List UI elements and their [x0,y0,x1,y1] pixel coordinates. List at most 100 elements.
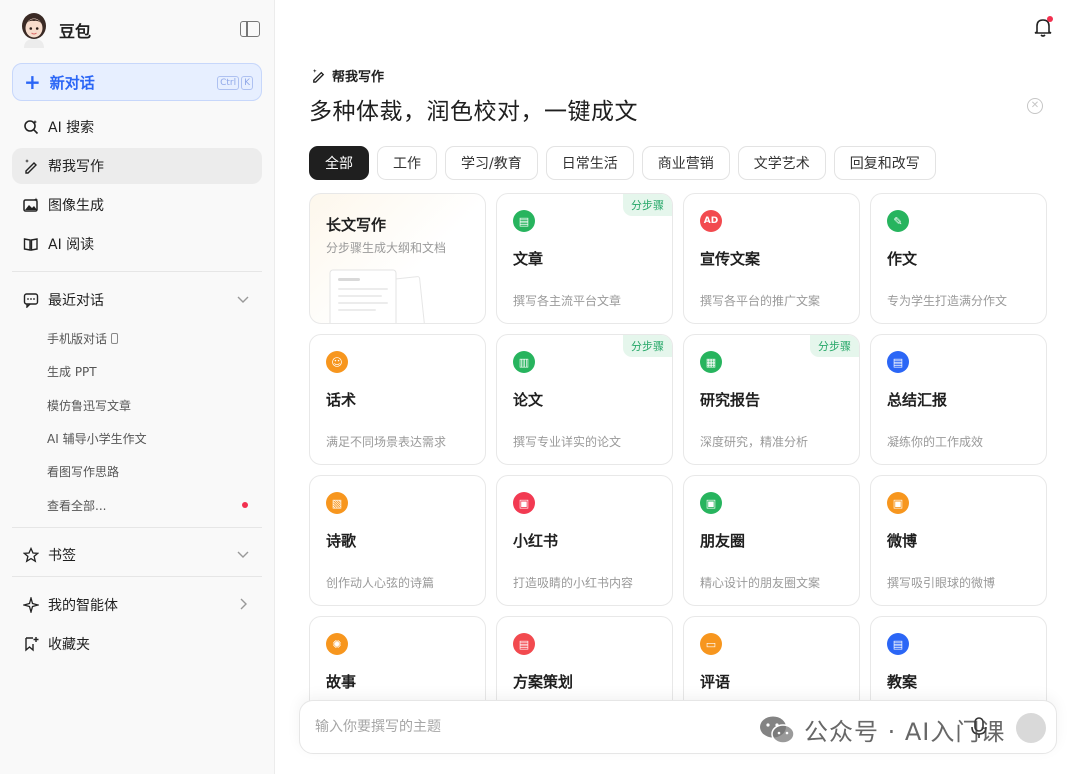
icon-glyph: AD [703,215,719,226]
card-desc: 打造吸睛的小红书内容 [513,576,634,590]
weibo-icon: ▣ [887,492,909,514]
card-desc: 专为学生打造满分作文 [887,294,1008,308]
shortcut-key: K [241,76,253,90]
recent-chat-item[interactable]: 手机版对话 [47,330,119,347]
notification-dot [1047,16,1053,22]
card-title: 微博 [887,532,918,550]
icon-glyph: ☺ [331,355,343,369]
icon-glyph: ✺ [332,637,342,651]
card-title: 小红书 [513,532,559,550]
card-template[interactable]: ▤ 方案策划 [496,616,673,703]
tab-daily[interactable]: 日常生活 [545,146,634,180]
icon-glyph: ▤ [518,214,530,228]
bulb-icon: ✺ [326,633,348,655]
favorites-item[interactable]: 收藏夹 [12,626,262,662]
send-button[interactable] [1016,713,1046,743]
section-label: 帮我写作 [311,66,384,85]
card-template[interactable]: AD 宣传文案 撰写各平台的推广文案 [683,193,860,324]
card-title: 总结汇报 [887,391,948,409]
card-template[interactable]: ▦ 研究报告 深度研究，精准分析 分步骤 [683,334,860,465]
icon-glyph: ▣ [518,496,530,510]
icon-glyph: ▤ [892,355,904,369]
card-title: 故事 [326,673,357,691]
view-all-link[interactable]: 查看全部... [47,497,106,514]
new-chat-button[interactable]: + 新对话 Ctrl K [12,63,262,101]
card-template[interactable]: ▣ 微博撰写吸引眼球的微博 [870,475,1047,606]
nav-item-ai-search[interactable]: AI 搜索 [12,109,262,145]
bar-chart-icon: ▥ [513,351,535,373]
shortcut-key: Ctrl [217,76,240,90]
step-badge: 分步骤 [623,335,672,357]
tab-literature[interactable]: 文学艺术 [737,146,826,180]
card-template[interactable]: ▧ 诗歌 创作动人心弦的诗篇 [309,475,486,606]
card-long-form[interactable]: 长文写作 分步骤生成大纲和文档 [309,193,486,324]
card-template[interactable]: ▣ 朋友圈 精心设计的朋友圈文案 [683,475,860,606]
nav-item-image-gen[interactable]: 图像生成 [12,187,262,223]
card-template[interactable]: ✺ 故事 [309,616,486,703]
recent-chat-item[interactable]: 生成 PPT [47,363,97,380]
tab-marketing[interactable]: 商业营销 [641,146,730,180]
recent-chats-label: 最近对话 [48,293,104,309]
nav-item-label: AI 阅读 [48,237,95,253]
icon-glyph: ▥ [518,355,530,369]
card-template[interactable]: ☺ 话术 满足不同场景表达需求 [309,334,486,465]
card-template[interactable]: ▤ 教案 [870,616,1047,703]
pen-sparkle-icon [312,68,325,83]
card-template[interactable]: ✎ 作文 专为学生打造满分作文 [870,193,1047,324]
card-title: 教案 [887,673,918,691]
chevron-down-icon [237,296,249,303]
avatar [22,13,46,48]
nav-item-label: AI 搜索 [48,120,95,136]
comment-icon: ▭ [700,633,722,655]
icon-glyph: ▣ [892,496,904,510]
card-title: 诗歌 [326,532,357,550]
recent-chat-item[interactable]: AI 辅导小学生作文 [47,430,147,447]
template-grid: 长文写作 分步骤生成大纲和文档 ▤ 文章 撰写各主流平台文章 分步骤 AD 宣传文案 撰写各… [309,193,1048,703]
card-title: 朋友圈 [700,532,746,550]
icon-glyph: ▤ [892,637,904,651]
step-badge: 分步骤 [623,194,672,216]
tab-reply-rewrite[interactable]: 回复和改写 [833,146,936,180]
nav-item-ai-reading[interactable]: AI 阅读 [12,226,262,262]
card-template[interactable]: ▥ 论文 撰写专业详实的论文 分步骤 [496,334,673,465]
chevron-right-icon [240,598,247,610]
notification-bell-icon[interactable] [1032,16,1054,38]
card-desc: 创作动人心弦的诗篇 [326,576,435,590]
bookmarks-label: 书签 [48,548,76,564]
my-agents-item[interactable]: 我的智能体 [12,587,262,623]
tab-work[interactable]: 工作 [377,146,437,180]
card-template[interactable]: ▭ 评语 [683,616,860,703]
ad-icon: AD [700,210,722,232]
divider [12,576,262,577]
card-template[interactable]: ▣ 小红书打造吸睛的小红书内容 [496,475,673,606]
icon-glyph: ▤ [518,637,530,651]
document-illustration [329,269,425,323]
chat-bubble-icon [22,291,40,309]
nav-item-writing[interactable]: 帮我写作 [12,148,262,184]
shortcut-hint: Ctrl K [217,76,253,90]
card-desc: 撰写吸引眼球的微博 [887,576,996,590]
photo-icon: ▣ [513,492,535,514]
moments-icon: ▣ [700,492,722,514]
phone-icon [111,333,119,344]
favorites-label: 收藏夹 [48,637,90,653]
brand[interactable]: 豆包 [18,12,91,48]
summary-icon: ▤ [887,351,909,373]
recent-chat-item[interactable]: 看图写作思路 [47,463,119,480]
recent-chats-header[interactable]: 最近对话 [12,282,262,318]
page-title: 多种体裁，润色校对，一键成文 [309,99,638,125]
card-title: 评语 [700,673,731,691]
my-agents-label: 我的智能体 [48,598,118,614]
tab-all[interactable]: 全部 [309,146,369,180]
recent-chat-item[interactable]: 模仿鲁迅写文章 [47,397,131,414]
close-icon[interactable]: ✕ [1027,98,1043,114]
card-template[interactable]: ▤ 总结汇报 凝练你的工作成效 [870,334,1047,465]
pen-sparkle-icon [22,157,40,175]
pencil-icon: ✎ [887,210,909,232]
card-template[interactable]: ▤ 文章 撰写各主流平台文章 分步骤 [496,193,673,324]
tab-study[interactable]: 学习/教育 [445,146,538,180]
sidebar-collapse-icon[interactable] [240,21,260,37]
search-sparkle-icon [22,118,40,136]
bookmarks-header[interactable]: 书签 [12,537,262,573]
card-desc: 满足不同场景表达需求 [326,435,447,449]
